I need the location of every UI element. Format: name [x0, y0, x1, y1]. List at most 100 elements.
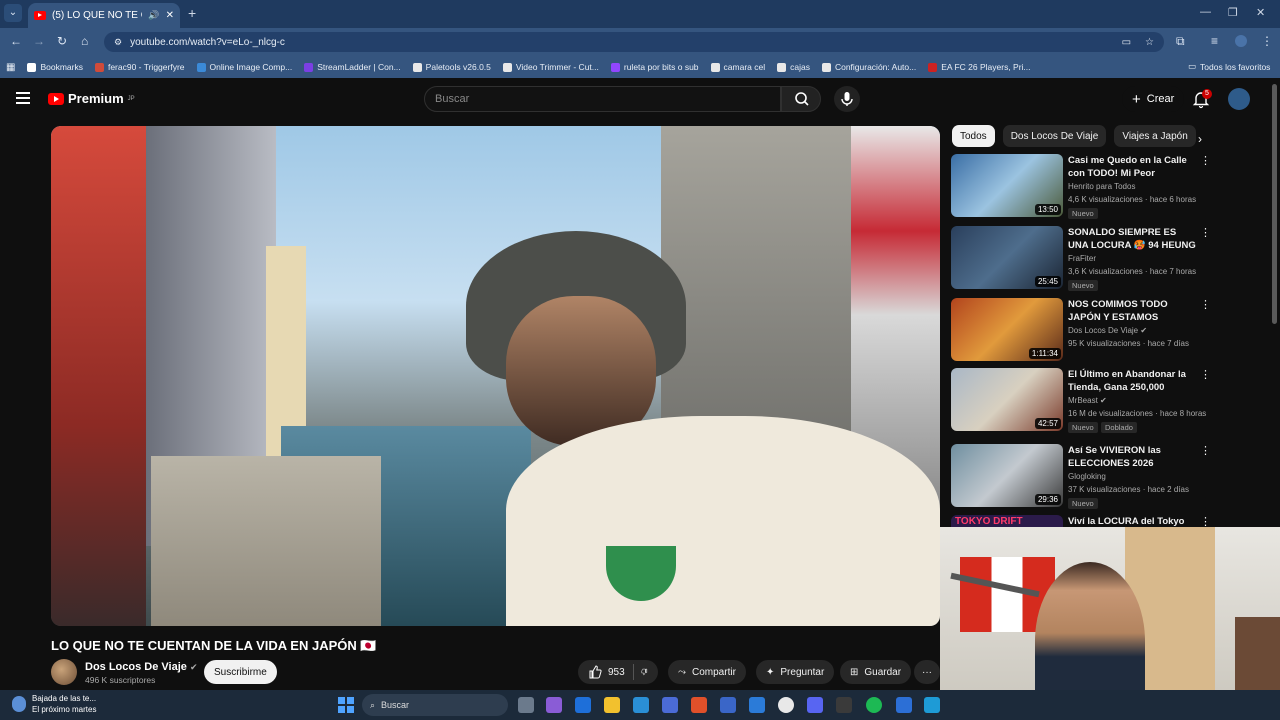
tab-search-button[interactable]: ⌄: [4, 4, 22, 22]
cast-icon[interactable]: ▭: [1122, 37, 1131, 48]
minimize-icon[interactable]: —: [1200, 6, 1211, 18]
bookmark-item[interactable]: ruleta por bits o sub: [605, 62, 705, 72]
video-thumbnail[interactable]: 29:36: [951, 444, 1063, 507]
channel-avatar[interactable]: [51, 659, 77, 685]
bookmark-item[interactable]: ferac90 - Triggerfyre: [89, 62, 191, 72]
kebab-menu-icon[interactable]: ⋮: [1200, 154, 1211, 167]
kebab-menu-icon[interactable]: ⋮: [1200, 515, 1211, 527]
video-thumbnail[interactable]: 25:45: [951, 226, 1063, 289]
bookmark-item[interactable]: Online Image Comp...: [191, 62, 299, 72]
bookmark-item[interactable]: Video Trimmer - Cut...: [497, 62, 605, 72]
bookmark-star-icon[interactable]: ☆: [1145, 37, 1154, 48]
bookmark-favicon-icon: [196, 62, 206, 72]
chrome-icon[interactable]: [778, 697, 794, 713]
store-icon[interactable]: [662, 697, 678, 713]
recommendation-item[interactable]: 25:45 SONALDO SIEMPRE ES UNA LOCURA 🥵 94…: [951, 226, 1211, 292]
video-thumbnail[interactable]: TOKYO DRIFT: [951, 515, 1063, 527]
obs-icon[interactable]: [836, 697, 852, 713]
audio-icon[interactable]: 🔊: [148, 10, 159, 21]
apps-icon[interactable]: ▦: [0, 62, 21, 73]
bookmark-favicon-icon: [412, 62, 422, 72]
app-icon[interactable]: [691, 697, 707, 713]
video-player[interactable]: [51, 126, 940, 626]
video-thumbnail[interactable]: 42:57: [951, 368, 1063, 431]
edge-icon[interactable]: [575, 697, 591, 713]
back-icon[interactable]: ←: [10, 34, 22, 48]
video-thumbnail[interactable]: 1:11:34: [951, 298, 1063, 361]
media-control-icon[interactable]: ≡: [1211, 34, 1218, 48]
bookmark-label: ruleta por bits o sub: [623, 62, 699, 72]
taskbar-search[interactable]: ⌕ Buscar: [362, 694, 508, 716]
browser-menu-icon[interactable]: ⋮: [1261, 34, 1273, 48]
thumbs-down-icon[interactable]: [641, 665, 648, 679]
subscribe-button[interactable]: Suscribirme: [204, 660, 277, 684]
guide-menu-icon[interactable]: [16, 92, 30, 104]
outlook-icon[interactable]: [749, 697, 765, 713]
extensions-icon[interactable]: ⧉: [1176, 34, 1185, 49]
save-button[interactable]: ⊞ Guardar: [840, 660, 912, 684]
copilot-icon[interactable]: [546, 697, 562, 713]
all-favorites-button[interactable]: ▭ Todos los favoritos: [1188, 61, 1270, 72]
recommendation-item[interactable]: 1:11:34 NOS COMIMOS TODO JAPÓN Y ESTAMOS…: [951, 298, 1211, 364]
recommendation-item[interactable]: 29:36 Así Se VIVIERON las ELECCIONES 202…: [951, 444, 1211, 510]
chevron-right-icon[interactable]: ›: [1198, 132, 1202, 146]
filter-chips: Todos Dos Locos De Viaje Viajes a Japón: [952, 125, 1196, 147]
bookmark-item[interactable]: Bookmarks: [21, 62, 89, 72]
url-field[interactable]: ⚙ youtube.com/watch?v=eLo-_nlcg-c ▭ ☆: [104, 32, 1164, 52]
task-view-icon[interactable]: [518, 697, 534, 713]
calendar-icon[interactable]: [896, 697, 912, 713]
mail-icon[interactable]: [720, 697, 736, 713]
youtube-premium-logo[interactable]: Premium JP: [48, 91, 135, 106]
bookmark-item[interactable]: cajas: [771, 62, 816, 72]
subscriber-count: 496 K suscriptores: [85, 675, 156, 685]
create-button[interactable]: + Crear: [1122, 86, 1185, 112]
chip-japan-travel[interactable]: Viajes a Japón: [1114, 125, 1196, 147]
bookmark-item[interactable]: camara cel: [705, 62, 772, 72]
thumbs-up-icon: [589, 665, 602, 679]
taskbar-search-label: Buscar: [381, 700, 410, 710]
edge-dev-icon[interactable]: [924, 697, 940, 713]
profile-avatar[interactable]: [1235, 35, 1247, 47]
folder-icon: ▭: [1188, 61, 1197, 71]
site-info-icon[interactable]: ⚙: [114, 37, 122, 48]
duration-badge: 29:36: [1034, 494, 1061, 505]
search-button[interactable]: [781, 86, 821, 112]
kebab-menu-icon[interactable]: ⋮: [1200, 226, 1211, 239]
more-actions-button[interactable]: ···: [914, 660, 940, 684]
home-icon[interactable]: ⌂: [81, 34, 88, 48]
new-tab-button[interactable]: +: [188, 5, 196, 21]
bookmark-item[interactable]: Paletools v26.0.5: [407, 62, 497, 72]
file-explorer-icon[interactable]: [604, 697, 620, 713]
channel-name[interactable]: Dos Locos De Viaje ✔: [85, 661, 198, 673]
discord-icon[interactable]: [807, 697, 823, 713]
edge-browser-icon[interactable]: [633, 697, 649, 713]
video-thumbnail[interactable]: 13:50: [951, 154, 1063, 217]
page-scrollbar[interactable]: [1272, 84, 1277, 324]
bookmark-item[interactable]: Configuración: Auto...: [816, 62, 922, 72]
forward-icon[interactable]: →: [33, 34, 45, 48]
account-avatar[interactable]: [1228, 88, 1250, 110]
chip-all[interactable]: Todos: [952, 125, 995, 147]
maximize-icon[interactable]: ❐: [1228, 6, 1238, 19]
kebab-menu-icon[interactable]: ⋮: [1200, 368, 1211, 381]
close-window-icon[interactable]: ✕: [1256, 6, 1265, 19]
bookmark-item[interactable]: EA FC 26 Players, Pri...: [922, 62, 1036, 72]
recommendation-item[interactable]: 42:57 El Último en Abandonar la Tienda, …: [951, 368, 1211, 434]
ask-button[interactable]: ✦ Preguntar: [756, 660, 835, 684]
recommendation-item[interactable]: TOKYO DRIFT Viví la LOCURA del Tokyo Dri…: [951, 515, 1211, 527]
browser-tab[interactable]: (5) LO QUE NO TE CUENTAN 🔊 ✕: [28, 3, 180, 28]
search-input[interactable]: Buscar: [424, 86, 781, 112]
start-menu-icon[interactable]: [338, 697, 354, 713]
chip-channel[interactable]: Dos Locos De Viaje: [1002, 125, 1107, 147]
close-tab-icon[interactable]: ✕: [166, 10, 174, 21]
recommendation-item[interactable]: 13:50 Casi me Quedo en la Calle con TODO…: [951, 154, 1211, 220]
kebab-menu-icon[interactable]: ⋮: [1200, 298, 1211, 311]
bookmark-item[interactable]: StreamLadder | Con...: [298, 62, 406, 72]
voice-search-button[interactable]: [834, 86, 860, 112]
rec-channel: Henrito para Todos: [1068, 182, 1136, 191]
like-button[interactable]: 953: [588, 665, 625, 679]
spotify-icon[interactable]: [866, 697, 882, 713]
kebab-menu-icon[interactable]: ⋮: [1200, 444, 1211, 457]
share-button[interactable]: ⤳ Compartir: [668, 660, 746, 684]
reload-icon[interactable]: ↻: [57, 34, 67, 48]
